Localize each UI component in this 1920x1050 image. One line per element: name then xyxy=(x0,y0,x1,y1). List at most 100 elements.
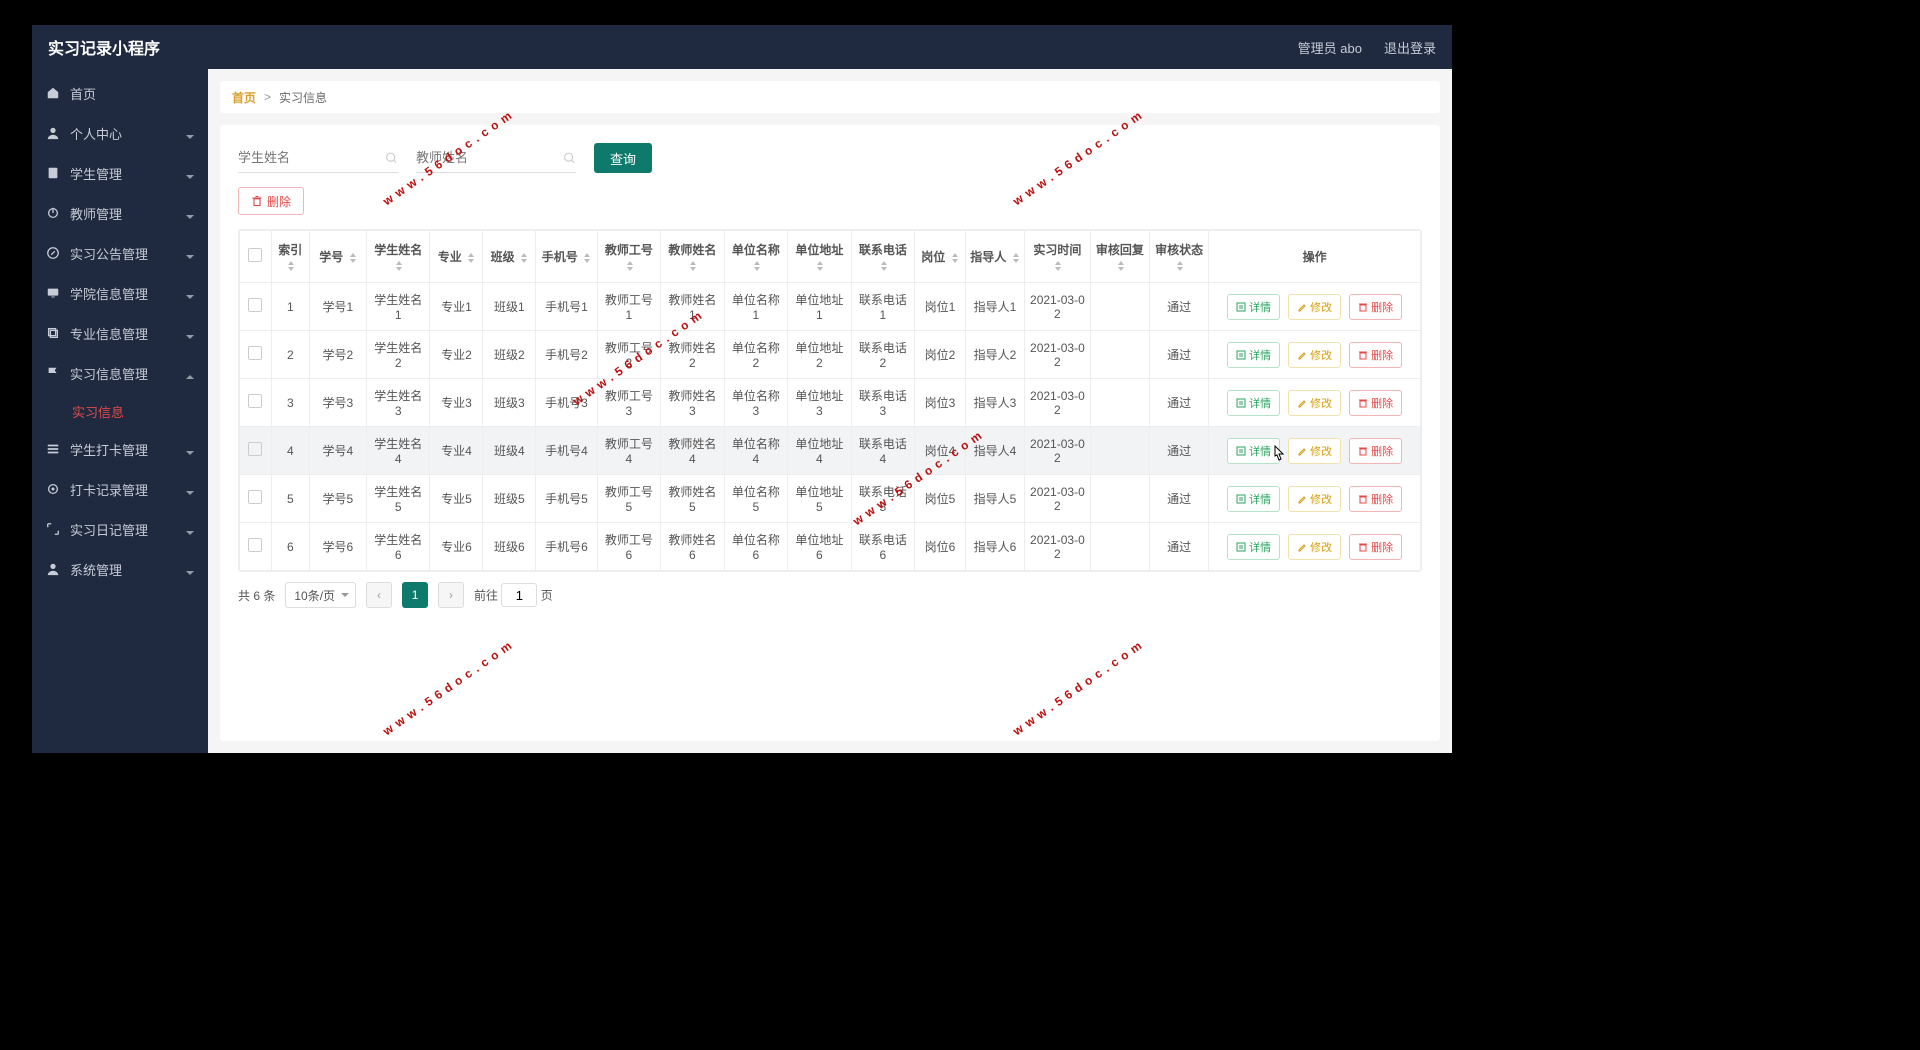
detail-icon xyxy=(1236,494,1246,504)
row-checkbox[interactable] xyxy=(240,283,272,331)
cell-phone: 手机号2 xyxy=(536,331,597,379)
student-name-input[interactable] xyxy=(238,150,385,165)
col-c4[interactable]: 专业 xyxy=(430,231,483,283)
edit-button[interactable]: 修改 xyxy=(1288,342,1341,368)
detail-button[interactable]: 详情 xyxy=(1227,390,1280,416)
cell-mentor: 指导人2 xyxy=(965,331,1024,379)
row-checkbox[interactable] xyxy=(240,331,272,379)
logout-link[interactable]: 退出登录 xyxy=(1384,38,1436,57)
col-c13[interactable]: 指导人 xyxy=(965,231,1024,283)
sidebar-item-label: 教师管理 xyxy=(70,204,122,223)
detail-button[interactable]: 详情 xyxy=(1227,342,1280,368)
col-c14[interactable]: 实习时间 xyxy=(1025,231,1091,283)
cell-post: 岗位1 xyxy=(915,283,966,331)
trash-icon xyxy=(251,195,263,207)
user-icon xyxy=(46,562,60,576)
current-user[interactable]: 管理员 abo xyxy=(1298,38,1362,57)
col-c9[interactable]: 单位名称 xyxy=(724,231,787,283)
col-c16[interactable]: 审核状态 xyxy=(1149,231,1208,283)
cell-addr: 单位地址4 xyxy=(788,427,851,475)
sidebar-item-diary[interactable]: 实习日记管理 xyxy=(32,509,208,549)
cell-addr: 单位地址3 xyxy=(788,379,851,427)
batch-delete-button[interactable]: 删除 xyxy=(238,187,304,215)
page-size-select[interactable]: 10条/页 xyxy=(285,582,356,608)
sidebar-item-system[interactable]: 系统管理 xyxy=(32,549,208,589)
table-row: 2学号2学生姓名2专业2班级2手机号2教师工号2教师姓名2单位名称2单位地址2联… xyxy=(240,331,1421,379)
delete-button[interactable]: 删除 xyxy=(1349,390,1402,416)
col-c2[interactable]: 学号 xyxy=(309,231,366,283)
pager-prev[interactable]: ‹ xyxy=(366,582,392,608)
cell-class: 班级3 xyxy=(483,379,536,427)
cell-tno: 教师工号6 xyxy=(597,523,660,571)
edit-button[interactable]: 修改 xyxy=(1288,438,1341,464)
sidebar-item-intern-info[interactable]: 实习信息管理 xyxy=(32,353,208,393)
teacher-name-filter[interactable] xyxy=(416,143,576,173)
edit-button[interactable]: 修改 xyxy=(1288,486,1341,512)
delete-button[interactable]: 删除 xyxy=(1349,438,1402,464)
chevron-down-icon xyxy=(186,485,194,493)
search-button[interactable]: 查询 xyxy=(594,143,652,173)
sidebar-item-teacher[interactable]: 教师管理 xyxy=(32,193,208,233)
sidebar-item-student[interactable]: 学生管理 xyxy=(32,153,208,193)
cell-major: 专业3 xyxy=(430,379,483,427)
cell-name: 学生姓名1 xyxy=(366,283,429,331)
cell-sno: 学号4 xyxy=(309,427,366,475)
cell-phone: 手机号4 xyxy=(536,427,597,475)
trash-icon xyxy=(1358,350,1368,360)
sidebar-item-college[interactable]: 学院信息管理 xyxy=(32,273,208,313)
detail-icon xyxy=(1236,398,1246,408)
delete-button[interactable]: 删除 xyxy=(1349,294,1402,320)
sidebar-item-home[interactable]: 首页 xyxy=(32,73,208,113)
row-checkbox[interactable] xyxy=(240,523,272,571)
breadcrumb-home[interactable]: 首页 xyxy=(232,89,256,106)
delete-button[interactable]: 删除 xyxy=(1349,342,1402,368)
cell-mentor: 指导人4 xyxy=(965,427,1024,475)
sidebar-item-profile[interactable]: 个人中心 xyxy=(32,113,208,153)
clipboard-icon xyxy=(46,166,60,180)
sidebar-subitem-intern-info[interactable]: 实习信息 xyxy=(32,393,208,429)
teacher-name-input[interactable] xyxy=(416,150,563,165)
cell-name: 学生姓名6 xyxy=(366,523,429,571)
col-c7[interactable]: 教师工号 xyxy=(597,231,660,283)
row-checkbox[interactable] xyxy=(240,379,272,427)
edit-button[interactable]: 修改 xyxy=(1288,390,1341,416)
pager-page-1[interactable]: 1 xyxy=(402,582,428,608)
edit-button[interactable]: 修改 xyxy=(1288,534,1341,560)
detail-button[interactable]: 详情 xyxy=(1227,534,1280,560)
col-c15[interactable]: 审核回复 xyxy=(1090,231,1149,283)
col-c3[interactable]: 学生姓名 xyxy=(366,231,429,283)
detail-button[interactable]: 详情 xyxy=(1227,294,1280,320)
sidebar-item-checkin[interactable]: 学生打卡管理 xyxy=(32,429,208,469)
detail-button[interactable]: 详情 xyxy=(1227,486,1280,512)
col-c1[interactable]: 索引 xyxy=(271,231,309,283)
col-checkbox[interactable] xyxy=(240,231,272,283)
cell-post: 岗位4 xyxy=(915,427,966,475)
delete-button[interactable]: 删除 xyxy=(1349,534,1402,560)
home-icon xyxy=(46,86,60,100)
col-c5[interactable]: 班级 xyxy=(483,231,536,283)
col-c8[interactable]: 教师姓名 xyxy=(661,231,724,283)
cell-tno: 教师工号4 xyxy=(597,427,660,475)
row-checkbox[interactable] xyxy=(240,427,272,475)
sidebar-item-label: 首页 xyxy=(70,84,96,103)
cell-mentor: 指导人3 xyxy=(965,379,1024,427)
col-c10[interactable]: 单位地址 xyxy=(788,231,851,283)
detail-button[interactable]: 详情 xyxy=(1227,438,1280,464)
row-checkbox[interactable] xyxy=(240,475,272,523)
sidebar-item-checkin-log[interactable]: 打卡记录管理 xyxy=(32,469,208,509)
delete-button[interactable]: 删除 xyxy=(1349,486,1402,512)
flag-icon xyxy=(46,366,60,380)
pager-next[interactable]: › xyxy=(438,582,464,608)
pager-goto-input[interactable] xyxy=(501,583,537,607)
student-name-filter[interactable] xyxy=(238,143,398,173)
chevron-down-icon xyxy=(186,565,194,573)
sidebar-item-label: 实习信息管理 xyxy=(70,364,148,383)
col-c11[interactable]: 联系电话 xyxy=(851,231,914,283)
breadcrumb-sep: > xyxy=(264,90,271,104)
col-c6[interactable]: 手机号 xyxy=(536,231,597,283)
col-c12[interactable]: 岗位 xyxy=(915,231,966,283)
sidebar-item-major[interactable]: 专业信息管理 xyxy=(32,313,208,353)
sidebar-item-notice[interactable]: 实习公告管理 xyxy=(32,233,208,273)
cell-ops: 详情修改删除 xyxy=(1209,523,1421,571)
edit-button[interactable]: 修改 xyxy=(1288,294,1341,320)
